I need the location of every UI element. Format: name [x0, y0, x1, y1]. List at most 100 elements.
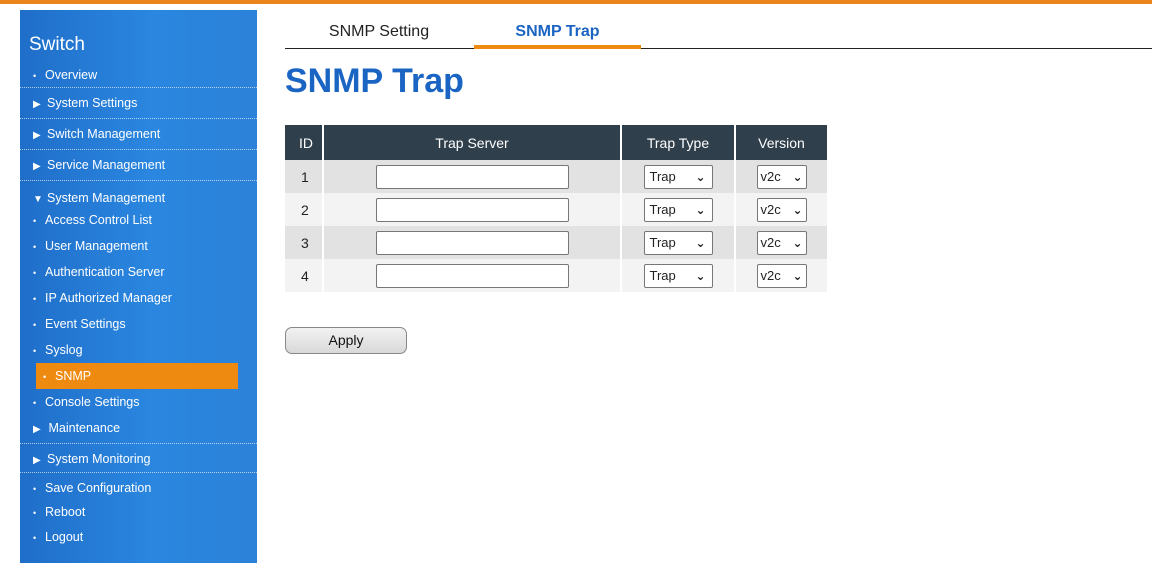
version-select[interactable]: v2c ⌄: [756, 164, 807, 189]
caret-right-icon: ▶: [33, 455, 41, 466]
version-value: v2c: [760, 201, 781, 217]
trap-server-input[interactable]: [375, 197, 569, 222]
sidebar-item-label: Logout: [45, 530, 84, 544]
trap-type-select[interactable]: Trap ⌄: [643, 197, 713, 222]
bullet-icon: •: [33, 320, 37, 330]
trap-table: ID Trap Server Trap Type Version 1 Trap ⌄…: [285, 125, 827, 292]
sidebar-menu: • Overview ▶ System Settings ▶ Switch Manag…: [20, 62, 257, 551]
row-type-cell: Trap ⌄: [621, 226, 736, 259]
chevron-down-icon: ⌄: [695, 235, 706, 250]
sidebar-item-label: Maintenance: [48, 421, 121, 435]
sidebar-item-label: User Management: [45, 239, 148, 253]
row-server-cell: [323, 259, 622, 292]
sidebar-item-label: System Settings: [47, 96, 138, 110]
trap-type-select[interactable]: Trap ⌄: [643, 164, 713, 189]
sidebar-item-save-configuration[interactable]: • Save Configuration: [20, 473, 257, 499]
tab-snmp-trap[interactable]: SNMP Trap: [474, 18, 641, 49]
version-select[interactable]: v2c ⌄: [756, 230, 807, 255]
bullet-icon: •: [43, 372, 47, 382]
table-header-row: ID Trap Server Trap Type Version: [285, 125, 827, 160]
sidebar-item-logout[interactable]: • Logout: [20, 525, 257, 551]
sidebar-item-overview[interactable]: • Overview: [20, 62, 257, 88]
sidebar-item-maintenance[interactable]: ▶ Maintenance: [20, 415, 257, 444]
bullet-icon: •: [33, 398, 37, 408]
row-type-cell: Trap ⌄: [621, 193, 736, 226]
sidebar-item-switch-management[interactable]: ▶ Switch Management: [20, 119, 257, 150]
caret-right-icon: ▶: [33, 130, 41, 141]
apply-button[interactable]: Apply: [285, 327, 407, 354]
row-type-cell: Trap ⌄: [621, 160, 736, 193]
sidebar-item-service-management[interactable]: ▶ Service Management: [20, 150, 257, 181]
sidebar-item-snmp[interactable]: • SNMP: [36, 363, 238, 389]
sidebar-item-label: System Management: [47, 191, 166, 205]
sidebar-title: Switch: [29, 34, 85, 55]
row-id: 1: [285, 160, 324, 193]
sidebar-item-syslog[interactable]: • Syslog: [20, 337, 257, 363]
sidebar-item-label: Service Management: [47, 158, 166, 172]
chevron-down-icon: ⌄: [695, 169, 706, 184]
bullet-icon: •: [33, 216, 37, 226]
column-header-trap-server: Trap Server: [323, 125, 622, 160]
trap-type-select[interactable]: Trap ⌄: [643, 230, 713, 255]
sidebar-item-label: Syslog: [45, 343, 83, 357]
caret-right-icon: ▶: [33, 99, 41, 110]
version-select[interactable]: v2c ⌄: [756, 263, 807, 288]
row-version-cell: v2c ⌄: [735, 226, 827, 259]
table-row: 4 Trap ⌄ v2c ⌄: [285, 259, 827, 292]
bullet-icon: •: [33, 71, 37, 81]
sidebar-item-label: SNMP: [55, 369, 92, 383]
row-type-cell: Trap ⌄: [621, 259, 736, 292]
trap-server-input[interactable]: [375, 263, 569, 288]
chevron-down-icon: ⌄: [792, 202, 803, 217]
row-version-cell: v2c ⌄: [735, 160, 827, 193]
row-version-cell: v2c ⌄: [735, 259, 827, 292]
version-value: v2c: [760, 234, 781, 250]
table-row: 2 Trap ⌄ v2c ⌄: [285, 193, 827, 226]
bullet-icon: •: [33, 508, 37, 518]
sidebar-item-label: Reboot: [45, 505, 86, 519]
chevron-down-icon: ⌄: [792, 169, 803, 184]
tab-bar: SNMP Setting SNMP Trap: [285, 18, 1152, 49]
sidebar-item-label: Console Settings: [45, 395, 140, 409]
sidebar-item-label: Overview: [45, 68, 98, 82]
column-header-version: Version: [735, 125, 827, 160]
chevron-down-icon: ⌄: [792, 235, 803, 250]
sidebar-item-ip-authorized-manager[interactable]: • IP Authorized Manager: [20, 285, 257, 311]
top-accent-line: [0, 0, 1152, 4]
bullet-icon: •: [33, 268, 37, 278]
table-row: 1 Trap ⌄ v2c ⌄: [285, 160, 827, 193]
trap-type-select[interactable]: Trap ⌄: [643, 263, 713, 288]
sidebar-item-label: Access Control List: [45, 213, 152, 227]
version-value: v2c: [760, 168, 781, 184]
sidebar-item-system-management[interactable]: ▼ System Management: [20, 181, 257, 211]
sidebar-item-label: Switch Management: [47, 127, 161, 141]
bullet-icon: •: [33, 294, 37, 304]
version-value: v2c: [760, 267, 781, 283]
row-id: 2: [285, 193, 324, 226]
sidebar-item-label: Event Settings: [45, 317, 126, 331]
chevron-down-icon: ⌄: [695, 202, 706, 217]
bullet-icon: •: [33, 533, 37, 543]
sidebar-item-system-settings[interactable]: ▶ System Settings: [20, 88, 257, 119]
sidebar-item-console-settings[interactable]: • Console Settings: [20, 389, 257, 415]
chevron-down-icon: ⌄: [792, 268, 803, 283]
sidebar-item-authentication-server[interactable]: • Authentication Server: [20, 259, 257, 285]
sidebar-item-event-settings[interactable]: • Event Settings: [20, 311, 257, 337]
sidebar-item-label: Save Configuration: [45, 481, 152, 495]
trap-server-input[interactable]: [375, 230, 569, 255]
sidebar-item-user-management[interactable]: • User Management: [20, 233, 257, 259]
sidebar-item-reboot[interactable]: • Reboot: [20, 499, 257, 525]
sidebar: Switch • Overview ▶ System Settings ▶ Switc…: [20, 10, 257, 563]
sidebar-item-label: System Monitoring: [47, 452, 151, 466]
trap-type-value: Trap: [649, 234, 676, 250]
trap-server-input[interactable]: [375, 164, 569, 189]
row-id: 3: [285, 226, 324, 259]
tab-snmp-setting[interactable]: SNMP Setting: [285, 18, 473, 48]
sidebar-item-access-control-list[interactable]: • Access Control List: [20, 211, 257, 233]
row-version-cell: v2c ⌄: [735, 193, 827, 226]
page-title: SNMP Trap: [285, 62, 464, 100]
sidebar-item-system-monitoring[interactable]: ▶ System Monitoring: [20, 444, 257, 473]
version-select[interactable]: v2c ⌄: [756, 197, 807, 222]
row-server-cell: [323, 193, 622, 226]
table-row: 3 Trap ⌄ v2c ⌄: [285, 226, 827, 259]
